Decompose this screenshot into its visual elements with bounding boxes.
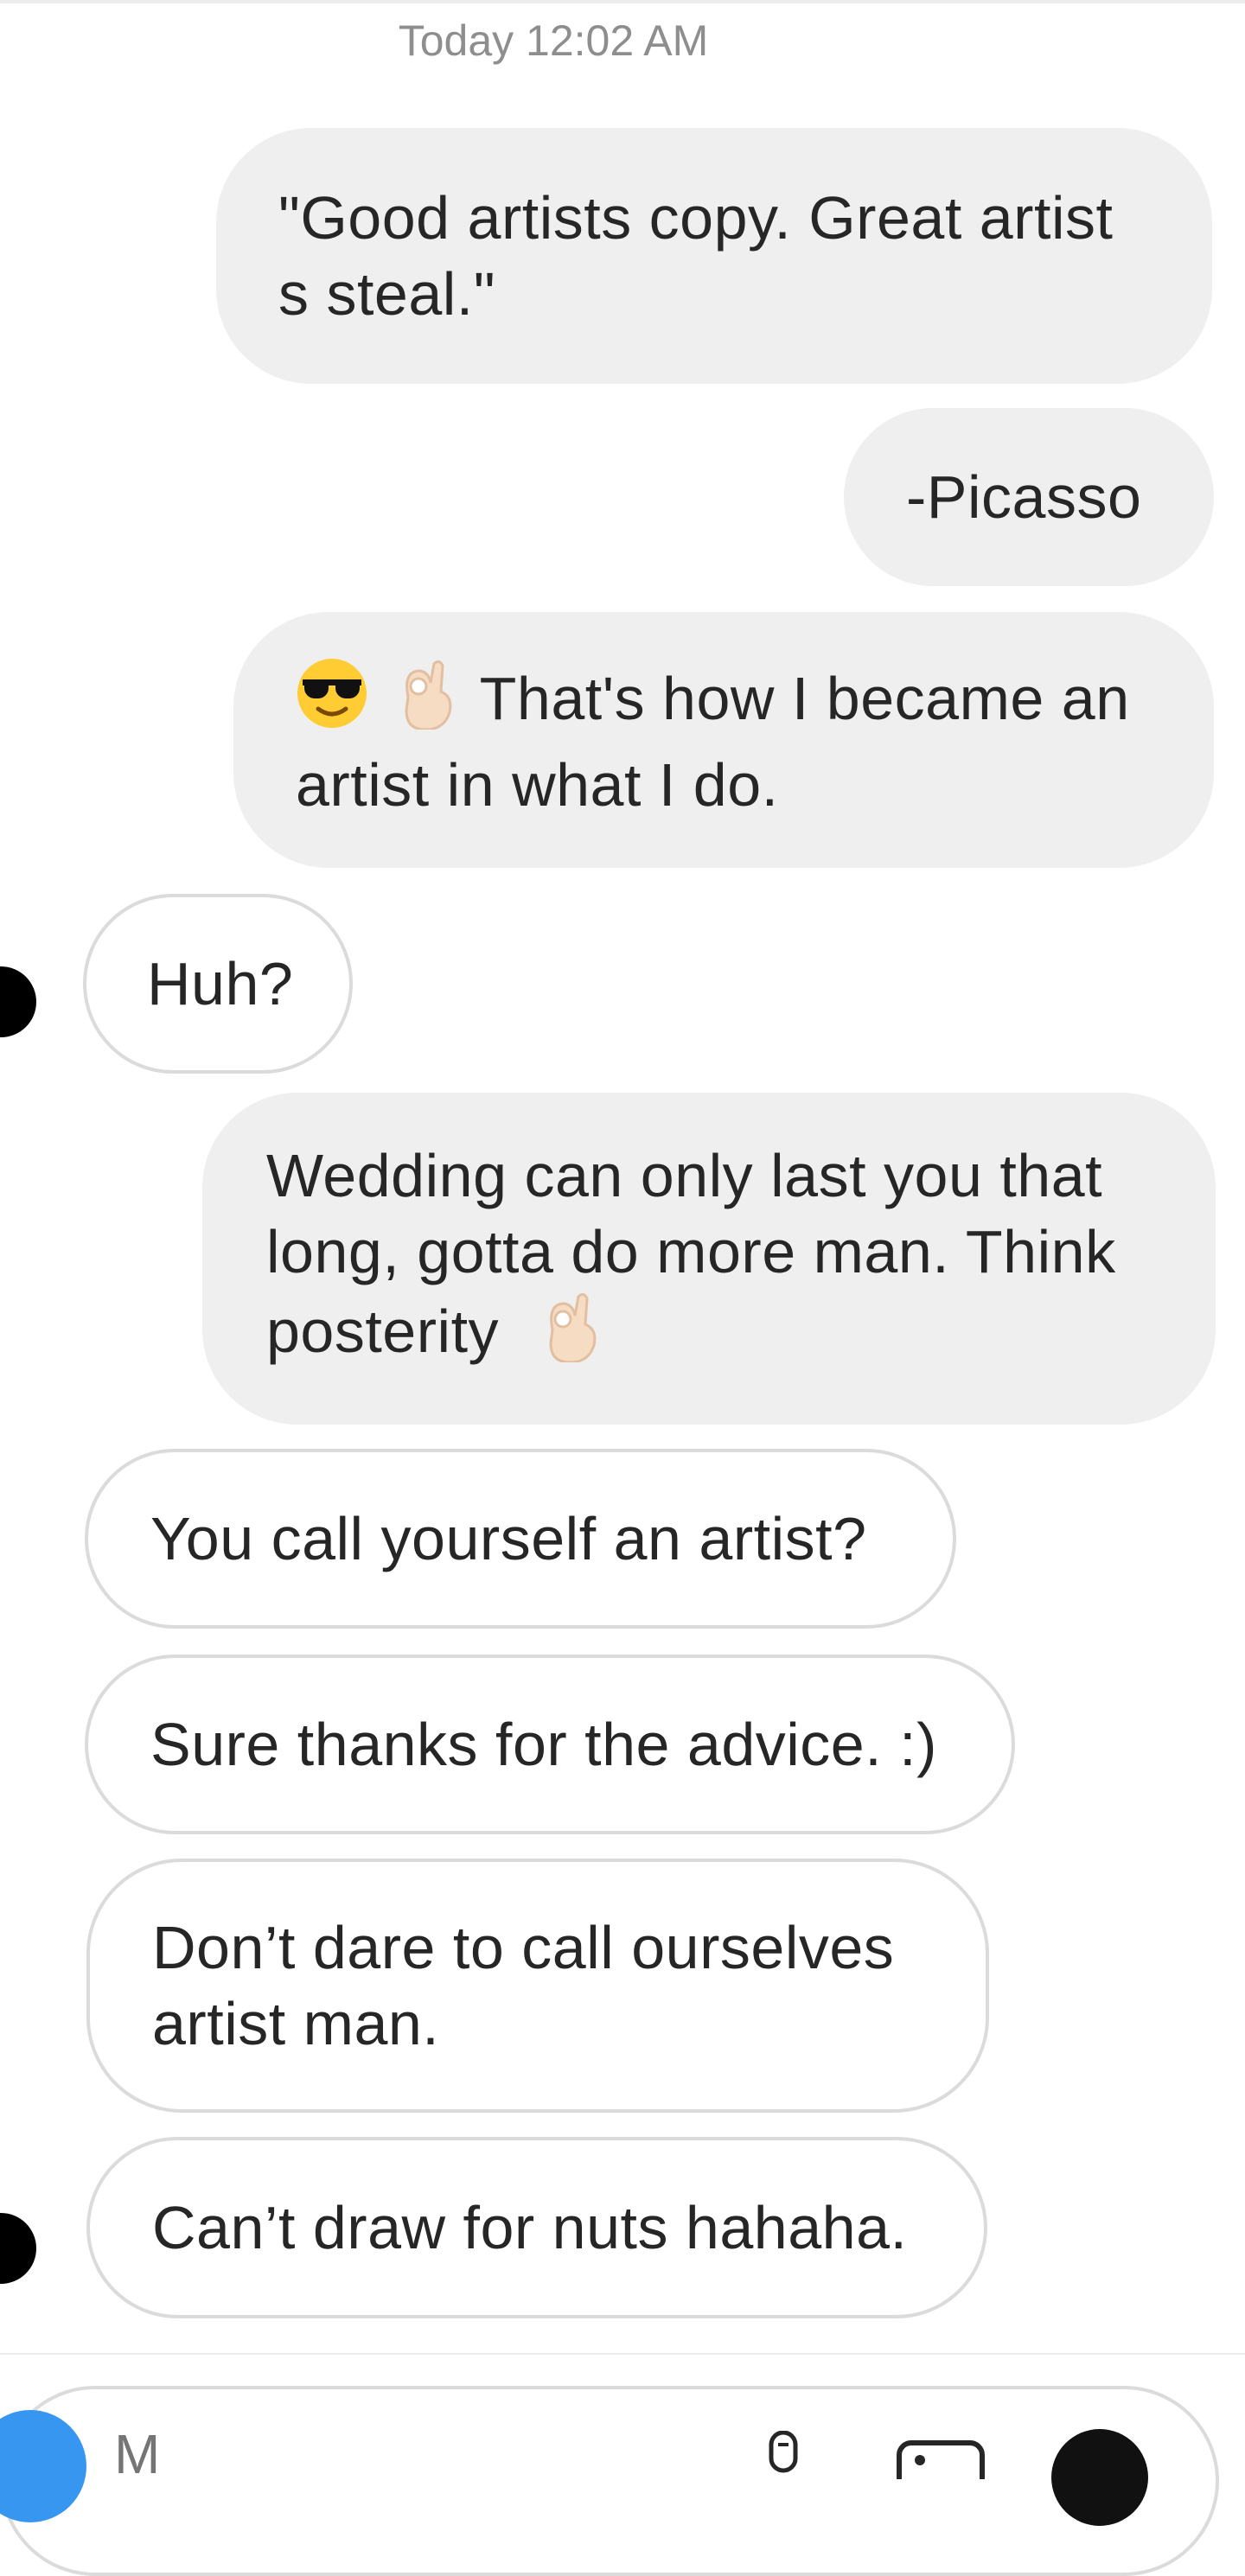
composer-divider bbox=[0, 2353, 1245, 2355]
ok-hand-emoji bbox=[537, 1290, 601, 1380]
message-text: You call yourself an artist? bbox=[150, 1505, 867, 1572]
message-text: That's how I became an artist in what I … bbox=[296, 657, 1130, 823]
gallery-icon[interactable] bbox=[896, 2439, 986, 2497]
sent-message-bubble[interactable]: Wedding can only last you that long, got… bbox=[202, 1093, 1216, 1425]
message-text: -Picasso bbox=[906, 463, 1142, 531]
message-text: Huh? bbox=[147, 950, 294, 1017]
sunglasses-emoji bbox=[296, 657, 368, 747]
message-text: Wedding can only last you that long, got… bbox=[266, 1138, 1116, 1380]
message-text: "Good artists copy. Great artist s steal… bbox=[278, 184, 1114, 328]
received-message-bubble[interactable]: Huh? bbox=[83, 894, 353, 1074]
sent-message-bubble[interactable]: That's how I became an artist in what I … bbox=[233, 612, 1214, 868]
avatar[interactable] bbox=[0, 966, 36, 1037]
message-text: Can’t draw for nuts hahaha. bbox=[152, 2194, 908, 2261]
top-divider bbox=[0, 0, 1245, 3]
sent-message-bubble[interactable]: "Good artists copy. Great artist s steal… bbox=[216, 128, 1212, 384]
received-message-bubble[interactable]: Can’t draw for nuts hahaha. bbox=[86, 2137, 987, 2318]
ok-hand-emoji bbox=[393, 657, 456, 747]
message-text: Don’t dare to call ourselves artist man. bbox=[152, 1914, 895, 2057]
message-input[interactable] bbox=[112, 2427, 721, 2481]
sent-message-bubble[interactable]: -Picasso bbox=[844, 408, 1214, 586]
received-message-bubble[interactable]: Sure thanks for the advice. :) bbox=[85, 1655, 1015, 1834]
message-text: Sure thanks for the advice. :) bbox=[150, 1711, 937, 1778]
received-message-bubble[interactable]: Don’t dare to call ourselves artist man. bbox=[86, 1859, 989, 2113]
message-timestamp: Today 12:02 AM bbox=[398, 16, 709, 65]
microphone-icon[interactable] bbox=[759, 2430, 808, 2484]
received-message-bubble[interactable]: You call yourself an artist? bbox=[85, 1449, 956, 1629]
message-composer bbox=[0, 2386, 1219, 2576]
avatar[interactable] bbox=[0, 2213, 36, 2284]
sticker-icon[interactable] bbox=[1051, 2429, 1148, 2526]
